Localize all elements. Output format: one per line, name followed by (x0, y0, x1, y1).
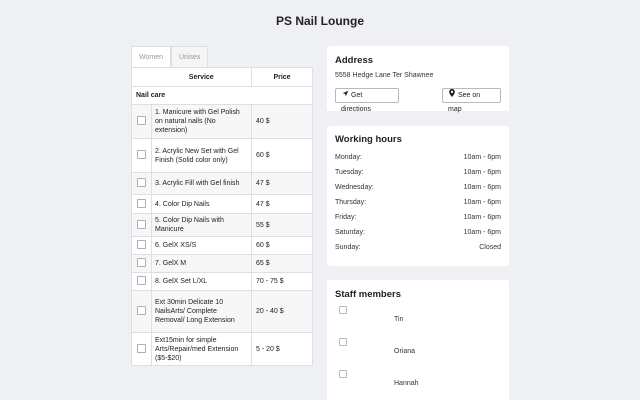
gender-tabs: Women Unisex (131, 46, 313, 67)
staff-heading: Staff members (335, 289, 401, 300)
table-row[interactable]: 1. Manicure with Gel Polish on natural n… (131, 104, 313, 139)
service-name: Ext 30min Delicate 10 NailsArts/ Complet… (151, 290, 252, 333)
service-price: 65 $ (251, 254, 313, 273)
hours-day: Saturday: (335, 229, 365, 236)
table-row[interactable]: 4. Color Dip Nails 47 $ (131, 194, 313, 214)
service-checkbox[interactable] (137, 276, 146, 285)
services-panel: Women Unisex Service Price Nail care 1. … (131, 46, 313, 366)
tab-women[interactable]: Women (131, 46, 171, 67)
table-row[interactable]: 6. GelX XS/S 60 $ (131, 236, 313, 255)
get-directions-button[interactable]: Get directions (335, 88, 399, 113)
service-price: 55 $ (251, 213, 313, 237)
service-name: 8. GelX Set L/XL (151, 272, 252, 291)
staff-member[interactable]: Hannah (335, 370, 501, 400)
service-price: 60 $ (251, 236, 313, 255)
hours-day: Friday: (335, 214, 357, 221)
service-price: 60 $ (251, 138, 313, 173)
staff-card: Staff members Tin Oriana Hannah (327, 280, 509, 400)
navigation-arrow-icon (341, 90, 349, 103)
hours-heading: Working hours (335, 134, 402, 145)
tab-unisex[interactable]: Unisex (171, 46, 209, 67)
staff-member[interactable]: Tin (335, 306, 501, 338)
service-checkbox[interactable] (137, 240, 146, 249)
hours-time: 10am - 6pm (463, 154, 501, 161)
service-checkbox[interactable] (137, 150, 146, 159)
service-checkbox[interactable] (137, 198, 146, 208)
avatar (339, 338, 347, 346)
header-check-column (131, 67, 152, 87)
hours-row: Saturday: 10am - 6pm (335, 225, 501, 240)
service-name: 6. GelX XS/S (151, 236, 252, 255)
hours-time: 10am - 6pm (463, 169, 501, 176)
table-row[interactable]: 8. GelX Set L/XL 70 - 75 $ (131, 272, 313, 291)
hours-row: Tuesday: 10am - 6pm (335, 165, 501, 180)
service-checkbox[interactable] (137, 219, 146, 229)
hours-row: Friday: 10am - 6pm (335, 210, 501, 225)
table-header-row: Service Price (131, 67, 313, 87)
hours-time: 10am - 6pm (463, 214, 501, 221)
hours-time: 10am - 6pm (463, 184, 501, 191)
map-pin-icon (448, 89, 456, 103)
table-row[interactable]: Ext15min for simple Arts/Repair/med Exte… (131, 332, 313, 366)
hours-time: 10am - 6pm (463, 199, 501, 206)
hours-day: Monday: (335, 154, 362, 161)
service-price: 40 $ (251, 104, 313, 139)
service-checkbox[interactable] (137, 116, 146, 125)
address-heading: Address (335, 55, 374, 66)
service-name: 2. Acrylic New Set with Gel Finish (Soli… (151, 138, 252, 173)
category-row: Nail care (131, 86, 313, 105)
table-row[interactable]: 7. GelX M 65 $ (131, 254, 313, 273)
address-line: 5558 Hedge Lane Ter Shawnee (335, 72, 434, 79)
hours-row: Wednesday: 10am - 6pm (335, 180, 501, 195)
service-checkbox[interactable] (137, 343, 146, 353)
staff-name: Hannah (394, 380, 419, 387)
service-checkbox[interactable] (137, 178, 146, 187)
avatar (339, 370, 347, 378)
staff-name: Oriana (394, 348, 416, 355)
service-price: 5 - 20 $ (251, 332, 313, 366)
hours-day: Tuesday: (335, 169, 364, 176)
service-price: 20 - 40 $ (251, 290, 313, 333)
service-checkbox[interactable] (137, 258, 146, 267)
working-hours-card: Working hours Monday: 10am - 6pm Tuesday:… (327, 126, 509, 266)
table-row[interactable]: 5. Color Dip Nails with Manicure 55 $ (131, 213, 313, 237)
hours-time: 10am - 6pm (463, 229, 501, 236)
service-price: 70 - 75 $ (251, 272, 313, 291)
header-service: Service (151, 67, 252, 87)
service-checkbox[interactable] (137, 306, 146, 315)
header-price: Price (251, 67, 313, 87)
see-on-map-button[interactable]: See on map (442, 88, 501, 113)
service-name: 1. Manicure with Gel Polish on natural n… (151, 104, 252, 139)
service-name: 4. Color Dip Nails (151, 194, 252, 214)
page-title: PS Nail Lounge (275, 14, 364, 28)
table-row[interactable]: Ext 30min Delicate 10 NailsArts/ Complet… (131, 290, 313, 333)
service-name: Ext15min for simple Arts/Repair/med Exte… (151, 332, 252, 366)
staff-name: Tin (394, 316, 404, 323)
service-name: 5. Color Dip Nails with Manicure (151, 213, 252, 237)
hours-day: Sunday: (335, 244, 361, 251)
hours-row: Sunday: Closed (335, 240, 501, 255)
service-price: 47 $ (251, 172, 313, 195)
hours-day: Thursday: (335, 199, 367, 206)
avatar (339, 306, 347, 314)
service-price: 47 $ (251, 194, 313, 214)
hours-row: Thursday: 10am - 6pm (335, 195, 501, 210)
hours-day: Wednesday: (335, 184, 374, 191)
services-table: Service Price Nail care 1. Manicure with… (131, 67, 313, 366)
service-name: 7. GelX M (151, 254, 252, 273)
staff-member[interactable]: Oriana (335, 338, 501, 370)
table-row[interactable]: 3. Acrylic Fill with Gel finish 47 $ (131, 172, 313, 195)
table-row[interactable]: 2. Acrylic New Set with Gel Finish (Soli… (131, 138, 313, 173)
hours-row: Monday: 10am - 6pm (335, 150, 501, 165)
category-label: Nail care (131, 86, 313, 105)
hours-time: Closed (479, 244, 501, 251)
address-card: Address 5558 Hedge Lane Ter Shawnee Get … (327, 46, 509, 113)
service-name: 3. Acrylic Fill with Gel finish (151, 172, 252, 195)
